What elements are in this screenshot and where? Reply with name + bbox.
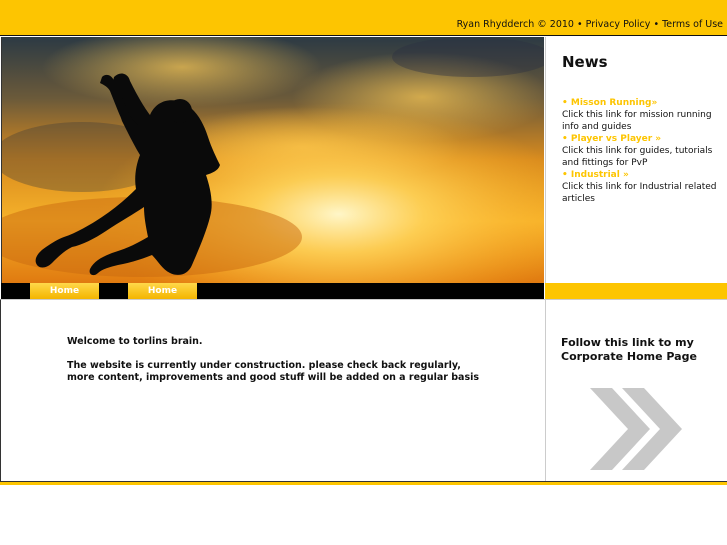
news-list: • Misson Running» Click this link for mi… <box>562 97 722 205</box>
nav-bar: Home Home <box>1 283 544 299</box>
news-link-pvp[interactable]: • Player vs Player » <box>562 133 722 145</box>
side-panel: Follow this link to my Corporate Home Pa… <box>545 299 727 481</box>
sunset-jumper-illustration <box>2 37 544 283</box>
hero-image <box>1 37 544 283</box>
main-content: Welcome to torlins brain. The website is… <box>0 299 545 481</box>
side-accent-bar <box>545 283 727 299</box>
nav-home-button[interactable]: Home <box>30 283 99 299</box>
bottom-accent-line <box>0 481 727 485</box>
copyright-year: 2010 <box>549 19 574 30</box>
double-chevron-right-icon[interactable] <box>590 388 682 470</box>
terms-of-use-link[interactable]: Terms of Use <box>662 19 723 30</box>
welcome-heading: Welcome to torlins brain. <box>67 336 203 347</box>
news-link-mission-running[interactable]: • Misson Running» <box>562 97 722 109</box>
header-links: Ryan Rhydderch © 2010 • Privacy Policy •… <box>457 19 723 30</box>
news-link-industrial[interactable]: • Industrial » <box>562 169 722 181</box>
news-desc-industrial: Click this link for Industrial related a… <box>562 182 717 204</box>
top-bar: Ryan Rhydderch © 2010 • Privacy Policy •… <box>0 0 727 36</box>
construction-notice: The website is currently under construct… <box>67 360 480 383</box>
separator-bullet: • <box>577 19 583 30</box>
author-name: Ryan Rhydderch <box>456 19 535 30</box>
news-desc-pvp: Click this link for guides, tutorials an… <box>562 146 713 168</box>
news-title: News <box>562 53 608 71</box>
news-desc-mission-running: Click this link for mission running info… <box>562 110 712 132</box>
privacy-policy-link[interactable]: Privacy Policy <box>586 19 651 30</box>
corporate-home-link[interactable]: Follow this link to my Corporate Home Pa… <box>561 336 711 364</box>
nav-home-button-2[interactable]: Home <box>128 283 197 299</box>
news-panel: News • Misson Running» Click this link f… <box>545 37 727 283</box>
separator-bullet: • <box>653 19 660 30</box>
welcome-text: Welcome to torlins brain. The website is… <box>67 336 487 384</box>
copyright-symbol: © <box>537 19 547 30</box>
